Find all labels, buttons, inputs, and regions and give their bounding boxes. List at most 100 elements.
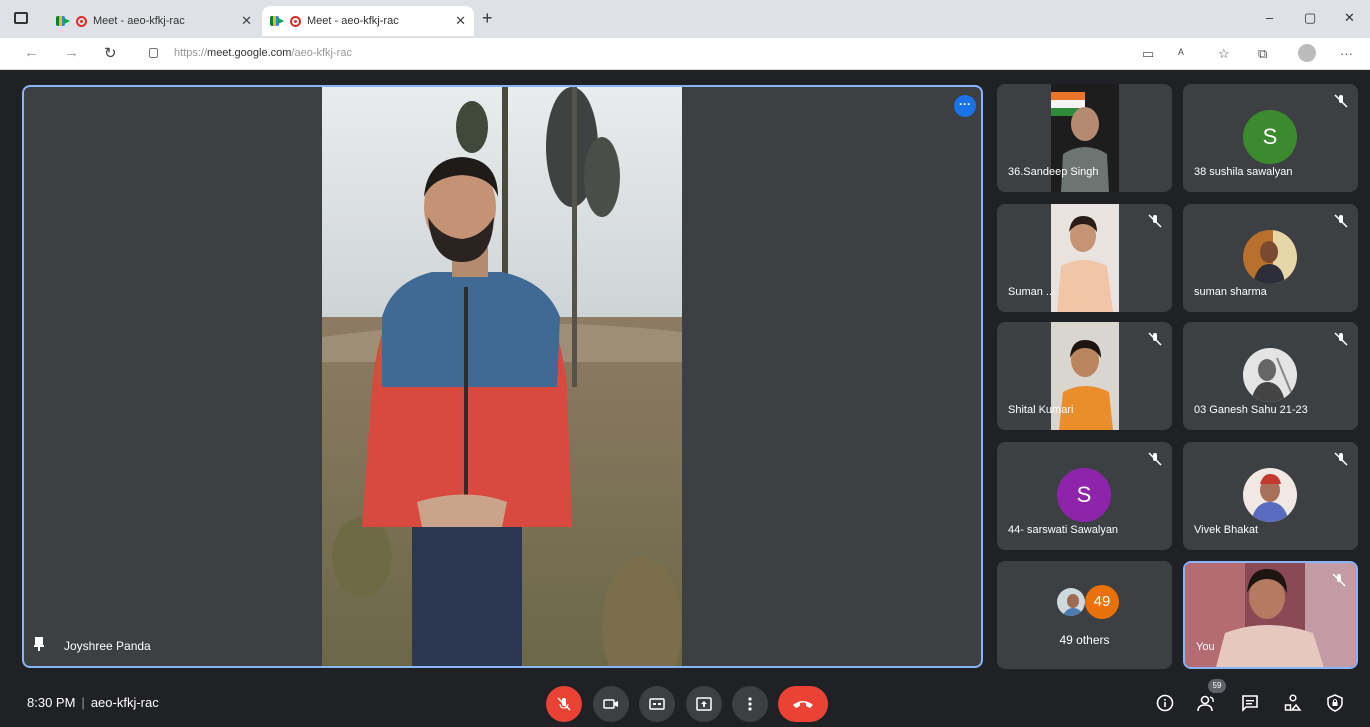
participant-name: 44- sarswati Sawalyan xyxy=(1008,524,1119,536)
meeting-info: 8:30 PM | aeo-kfkj-rac xyxy=(27,695,159,710)
others-avatar xyxy=(1055,586,1087,618)
participant-name: 36.Sandeep Singh xyxy=(1008,166,1099,178)
others-count: 49 xyxy=(1085,585,1119,619)
meet-logo-icon xyxy=(270,16,284,26)
more-options-button[interactable]: ··· xyxy=(954,95,976,117)
captions-button[interactable] xyxy=(639,686,675,722)
participant-avatar xyxy=(1243,348,1297,402)
self-tile[interactable]: You xyxy=(1183,561,1358,669)
tab-actions-icon[interactable] xyxy=(14,12,28,24)
browser-tab-2[interactable]: Meet - aeo-kfkj-rac ✕ xyxy=(262,6,474,36)
meet-logo-icon xyxy=(56,16,70,26)
participant-video xyxy=(1051,204,1119,312)
participant-name: 03 Ganesh Sahu 21-23 xyxy=(1194,404,1308,416)
mic-off-icon xyxy=(1334,94,1348,108)
meeting-details-button[interactable] xyxy=(1154,692,1176,714)
profile-avatar[interactable] xyxy=(1298,44,1316,62)
mic-toggle-button[interactable] xyxy=(546,686,582,722)
participant-avatar: S xyxy=(1057,468,1111,522)
url-path: /aeo-kfkj-rac xyxy=(291,47,352,59)
participant-name: 38 sushila sawalyan xyxy=(1194,166,1293,178)
minimize-button[interactable]: – xyxy=(1266,10,1273,25)
new-tab-button[interactable]: + xyxy=(482,8,493,29)
close-window-button[interactable]: ✕ xyxy=(1344,10,1355,26)
mic-off-icon xyxy=(1334,332,1348,346)
participant-tile[interactable]: Shital Kumari xyxy=(997,322,1172,430)
people-count-badge: 59 xyxy=(1208,679,1226,693)
collections-icon[interactable]: ⧉ xyxy=(1258,46,1267,62)
recording-icon xyxy=(290,15,301,27)
tab-title: Meet - aeo-kfkj-rac xyxy=(307,15,399,27)
camera-permission-icon[interactable]: ▭ xyxy=(1142,46,1154,62)
read-aloud-icon[interactable]: ᴬ xyxy=(1178,46,1184,61)
speaker-video xyxy=(322,87,682,666)
browser-tab-bar: Meet - aeo-kfkj-rac ✕ Meet - aeo-kfkj-ra… xyxy=(0,0,1370,38)
url-domain: meet.google.com xyxy=(207,47,292,59)
participant-name: Vivek Bhakat xyxy=(1194,524,1259,536)
mic-off-icon xyxy=(1334,214,1348,228)
mic-off-icon xyxy=(1148,332,1162,346)
more-options-button[interactable] xyxy=(732,686,768,722)
shield-lock-icon xyxy=(1327,694,1343,712)
activities-button[interactable] xyxy=(1282,692,1304,714)
end-call-button[interactable] xyxy=(778,686,828,722)
reload-icon[interactable]: ↻ xyxy=(104,44,117,62)
recording-icon xyxy=(76,15,87,27)
people-button[interactable] xyxy=(1196,692,1218,714)
meeting-time: 8:30 PM xyxy=(27,695,76,710)
more-vert-icon xyxy=(748,697,752,711)
site-info-icon[interactable] xyxy=(149,48,158,58)
activities-icon xyxy=(1284,694,1302,711)
url-field[interactable]: https://meet.google.com/aeo-kfkj-rac xyxy=(174,47,352,59)
address-bar: ← → ↻ https://meet.google.com/aeo-kfkj-r… xyxy=(0,38,1370,70)
url-scheme: https:// xyxy=(174,47,208,59)
camera-icon xyxy=(603,699,618,709)
pin-icon[interactable] xyxy=(34,637,44,651)
speaker-video-frame xyxy=(322,87,682,666)
others-tile[interactable]: 49 49 others xyxy=(997,561,1172,669)
participant-tile[interactable]: Suman ... xyxy=(997,204,1172,312)
main-speaker-name: Joyshree Panda xyxy=(64,639,151,653)
divider: | xyxy=(81,695,85,710)
participant-name: You xyxy=(1196,641,1215,653)
participant-name: Shital Kumari xyxy=(1008,404,1074,416)
chat-button[interactable] xyxy=(1239,692,1261,714)
close-tab-icon[interactable]: ✕ xyxy=(455,13,466,29)
participant-tile[interactable]: S 44- sarswati Sawalyan xyxy=(997,442,1172,550)
mic-off-icon xyxy=(1332,573,1346,587)
present-screen-icon xyxy=(696,697,712,711)
participant-tile[interactable]: 36.Sandeep Singh xyxy=(997,84,1172,192)
mic-off-icon xyxy=(1148,214,1162,228)
others-label: 49 others xyxy=(1059,633,1110,647)
present-button[interactable] xyxy=(686,686,722,722)
host-controls-button[interactable] xyxy=(1324,692,1346,714)
meeting-code: aeo-kfkj-rac xyxy=(90,695,159,710)
mic-off-icon xyxy=(1148,452,1162,466)
more-menu-icon[interactable]: ··· xyxy=(1340,46,1353,61)
close-tab-icon[interactable]: ✕ xyxy=(241,13,252,29)
participant-avatar: S xyxy=(1243,110,1297,164)
forward-icon[interactable]: → xyxy=(64,44,79,61)
captions-icon xyxy=(649,698,665,710)
favorites-icon[interactable]: ☆ xyxy=(1218,46,1230,62)
participant-name: suman sharma xyxy=(1194,286,1267,298)
participant-tile[interactable]: Vivek Bhakat xyxy=(1183,442,1358,550)
tab-title: Meet - aeo-kfkj-rac xyxy=(93,15,185,27)
camera-toggle-button[interactable] xyxy=(593,686,629,722)
mic-off-icon xyxy=(1334,452,1348,466)
info-icon xyxy=(1156,694,1174,712)
participant-avatar xyxy=(1243,230,1297,284)
browser-tab-1[interactable]: Meet - aeo-kfkj-rac ✕ xyxy=(48,6,260,36)
maximize-button[interactable]: ▢ xyxy=(1304,10,1316,26)
mic-off-icon xyxy=(557,697,571,711)
end-call-icon xyxy=(793,701,813,708)
participant-name: Suman ... xyxy=(1008,286,1056,298)
participant-tile[interactable]: suman sharma xyxy=(1183,204,1358,312)
back-icon[interactable]: ← xyxy=(24,44,39,61)
main-speaker-tile[interactable]: ··· Joyshree Panda xyxy=(22,85,983,668)
participant-tile[interactable]: 03 Ganesh Sahu 21-23 xyxy=(1183,322,1358,430)
participant-avatar xyxy=(1243,468,1297,522)
people-icon xyxy=(1197,695,1214,712)
chat-icon xyxy=(1242,695,1258,712)
participant-tile[interactable]: S 38 sushila sawalyan xyxy=(1183,84,1358,192)
